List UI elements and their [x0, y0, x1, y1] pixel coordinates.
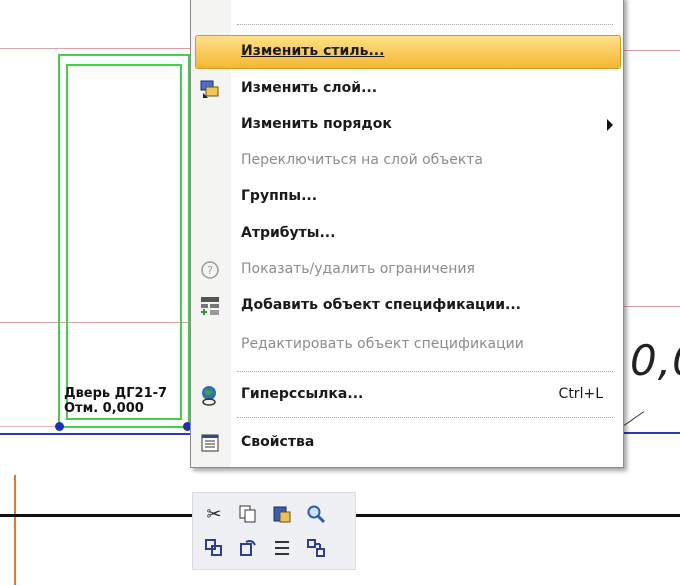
menu-item-label: Атрибуты...: [241, 225, 336, 241]
group-button[interactable]: [303, 535, 329, 561]
layers-icon: [199, 78, 221, 100]
align-icon: [275, 541, 289, 555]
drawing-line-red-mid-right: [622, 306, 680, 307]
submenu-arrow-icon: [607, 119, 613, 131]
view-fragment-button[interactable]: [201, 535, 227, 561]
menu-separator-top: [237, 24, 613, 25]
menu-item-add-specification-object[interactable]: Добавить объект спецификации...: [191, 290, 623, 322]
constraint-icon: ?: [199, 259, 221, 281]
view-fragment-icon: [205, 539, 222, 556]
menu-item-show-remove-constraints: ? Показать/удалить ограничения: [191, 254, 623, 286]
properties-icon: [199, 432, 221, 454]
menu-item-label: Изменить стиль...: [241, 43, 385, 59]
menu-item-change-layer[interactable]: Изменить слой...: [191, 73, 623, 105]
drawing-line-red-top-left: [0, 48, 190, 49]
elevation-value: 0,0: [630, 336, 680, 385]
menu-item-groups[interactable]: Группы...: [191, 181, 623, 213]
hyperlink-icon: [199, 384, 221, 406]
drawing-line-black-right: [355, 514, 680, 517]
zoom-button[interactable]: [303, 501, 329, 527]
menu-item-label: Переключиться на слой объекта: [241, 152, 484, 168]
specification-icon: [199, 295, 221, 317]
menu-item-label: Добавить объект спецификации...: [241, 297, 521, 313]
drawing-line-orange: [14, 475, 16, 585]
rotate-button[interactable]: [235, 535, 261, 561]
menu-item-change-order[interactable]: Изменить порядок: [191, 109, 623, 141]
menu-item-label: Группы...: [241, 188, 318, 204]
menu-item-attributes[interactable]: Атрибуты...: [191, 218, 623, 250]
menu-item-label: Гиперссылка...: [241, 386, 364, 402]
menu-item-hyperlink[interactable]: Гиперссылка... Ctrl+L: [191, 379, 623, 411]
door-label-name: Дверь ДГ21-7: [64, 386, 168, 401]
svg-text:?: ?: [207, 264, 213, 277]
paste-button[interactable]: [269, 501, 295, 527]
group-icon: [307, 539, 325, 557]
drawing-line-blue-right: [622, 432, 680, 434]
leader-line: [623, 411, 645, 426]
door-object-inner-outline: [66, 64, 182, 420]
menu-item-change-style[interactable]: Изменить стиль...: [195, 35, 621, 69]
menu-separator-bottom: [237, 417, 613, 418]
door-label-level: Отм. 0,000: [64, 401, 144, 416]
cut-icon: ✂: [206, 503, 222, 525]
context-menu: Изменить стиль... Изменить слой... Измен…: [190, 0, 624, 468]
menu-separator-middle: [237, 371, 613, 372]
align-button[interactable]: [269, 535, 295, 561]
edit-toolbar: ✂: [192, 492, 356, 570]
drawing-line-blue-left: [0, 433, 190, 435]
menu-item-switch-to-object-layer: Переключиться на слой объекта: [191, 145, 623, 177]
selection-grip-left[interactable]: [55, 422, 64, 431]
menu-item-label: Изменить слой...: [241, 80, 378, 96]
menu-item-shortcut: Ctrl+L: [558, 386, 603, 402]
copy-icon: [239, 505, 256, 523]
menu-item-label: Свойства: [241, 434, 315, 450]
menu-item-label: Показать/удалить ограничения: [241, 261, 475, 277]
menu-item-label: Редактировать объект спецификации: [241, 336, 524, 352]
cut-button[interactable]: ✂: [201, 501, 227, 527]
copy-button[interactable]: [235, 501, 261, 527]
menu-item-label: Изменить порядок: [241, 116, 392, 132]
drawing-line-red-top-right: [622, 50, 680, 51]
drawing-line-black-left: [0, 514, 192, 517]
rotate-icon: [240, 540, 256, 556]
zoom-icon: [307, 505, 326, 524]
menu-item-properties[interactable]: Свойства: [191, 427, 623, 459]
paste-icon: [273, 506, 291, 523]
menu-item-edit-specification-object: Редактировать объект спецификации: [191, 329, 623, 361]
